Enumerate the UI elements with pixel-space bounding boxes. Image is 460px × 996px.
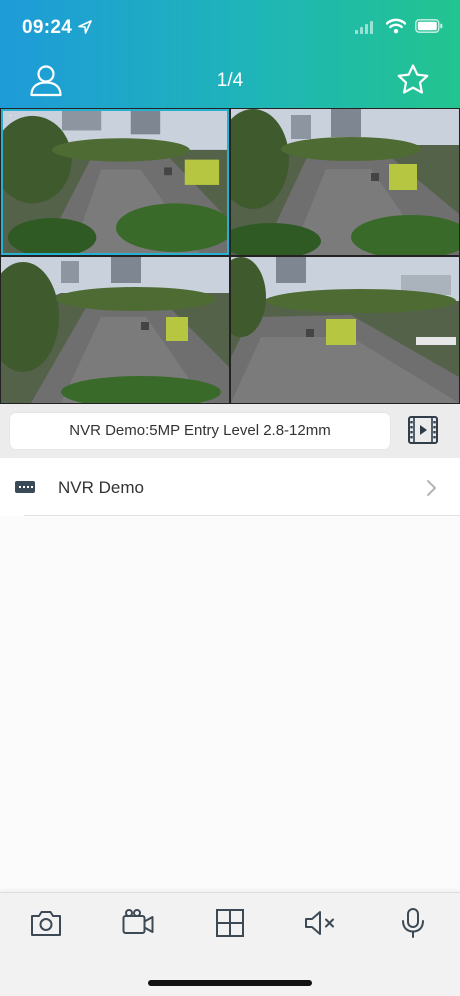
camera-timestamp-overlay: — bbox=[9, 113, 13, 119]
camera-tile-3[interactable] bbox=[1, 257, 229, 403]
camera-snapshot-icon[interactable] bbox=[29, 907, 63, 939]
header-bar: 09:24 1/4 bbox=[0, 0, 460, 108]
status-time: 09:24 bbox=[22, 17, 73, 38]
device-list-item[interactable]: NVR Demo bbox=[0, 460, 460, 516]
film-play-icon[interactable] bbox=[406, 413, 440, 447]
camera-feed-image bbox=[231, 257, 459, 403]
camera-feed-image bbox=[3, 111, 227, 253]
camera-feed-image bbox=[231, 109, 459, 255]
channel-bar: NVR Demo:5MP Entry Level 2.8-12mm bbox=[0, 404, 460, 458]
microphone-icon[interactable] bbox=[396, 907, 430, 939]
home-indicator[interactable] bbox=[148, 980, 312, 986]
camera-feed-image bbox=[1, 257, 229, 403]
grid-layout-icon[interactable] bbox=[213, 907, 247, 939]
camera-tile-4[interactable] bbox=[231, 257, 459, 403]
battery-icon bbox=[415, 19, 443, 33]
cellular-signal-icon bbox=[355, 21, 373, 34]
wifi-icon bbox=[386, 18, 406, 34]
live-view-screen: 09:24 1/4 — NVR Demo:5MP Entry Level 2.8… bbox=[0, 0, 460, 996]
speaker-mute-icon[interactable] bbox=[303, 907, 337, 939]
channel-name-label: NVR Demo:5MP Entry Level 2.8-12mm bbox=[10, 413, 390, 449]
camera-tile-1[interactable]: — bbox=[1, 109, 229, 255]
camera-tile-2[interactable] bbox=[231, 109, 459, 255]
location-arrow-icon bbox=[78, 20, 92, 34]
camera-grid: — bbox=[0, 108, 460, 404]
nvr-device-icon bbox=[15, 481, 35, 493]
star-icon[interactable] bbox=[395, 62, 431, 98]
video-record-icon[interactable] bbox=[121, 907, 155, 939]
chevron-right-icon bbox=[427, 480, 436, 496]
device-list-empty-area bbox=[0, 516, 460, 892]
page-indicator: 1/4 bbox=[216, 70, 244, 91]
device-name: NVR Demo bbox=[58, 478, 144, 497]
